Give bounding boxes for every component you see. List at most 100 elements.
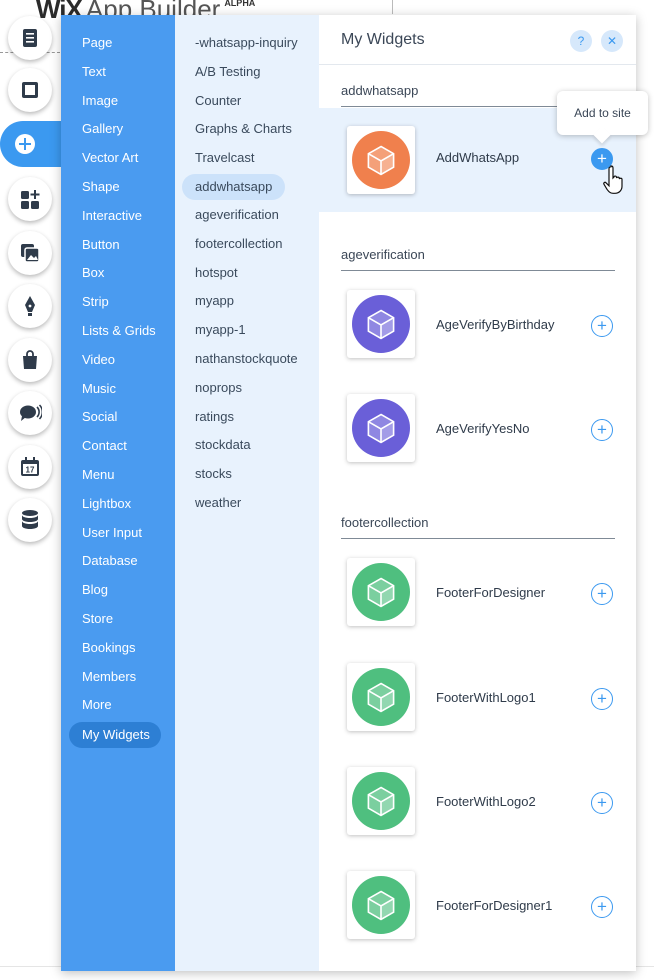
category-item-shape[interactable]: Shape xyxy=(61,173,175,202)
subcategory-item-hotspot[interactable]: hotspot xyxy=(175,259,319,288)
category-item-music[interactable]: Music xyxy=(61,375,175,404)
subcategory-item-weather[interactable]: weather xyxy=(175,489,319,518)
section-title: footercollection xyxy=(341,515,429,530)
category-item-members[interactable]: Members xyxy=(61,663,175,692)
add-widget-button[interactable]: + xyxy=(591,792,613,814)
subcategory-item-travelcast[interactable]: Travelcast xyxy=(175,144,319,173)
subcategory-item-myapp[interactable]: myapp xyxy=(175,287,319,316)
calendar-button[interactable]: 17 xyxy=(8,445,52,489)
section-divider xyxy=(341,538,615,539)
category-item-strip[interactable]: Strip xyxy=(61,288,175,317)
widget-name: AgeVerifyYesNo xyxy=(436,421,530,436)
add-button[interactable] xyxy=(0,121,66,167)
divider xyxy=(392,0,393,14)
widget-name: AddWhatsApp xyxy=(436,150,520,165)
widgets-content: My Widgets ? ✕ addwhatsapp AddWhatsApp + ag… xyxy=(319,15,636,971)
background-button[interactable] xyxy=(8,68,52,112)
pages-button[interactable] xyxy=(8,16,52,60)
category-item-image[interactable]: Image xyxy=(61,87,175,116)
add-widget-button[interactable]: + xyxy=(591,688,613,710)
widget-row[interactable]: AgeVerifyYesNo + xyxy=(319,376,636,480)
widget-row[interactable]: AgeVerifyByBirthday + xyxy=(319,272,636,376)
category-item-bookings[interactable]: Bookings xyxy=(61,634,175,663)
add-widget-button[interactable]: + xyxy=(591,419,613,441)
widget-row[interactable]: FooterWithLogo1 + xyxy=(319,645,636,749)
add-widget-button[interactable]: + xyxy=(591,583,613,605)
widget-thumbnail xyxy=(347,663,415,731)
category-item-store[interactable]: Store xyxy=(61,605,175,634)
widget-thumbnail xyxy=(347,126,415,194)
category-item-social[interactable]: Social xyxy=(61,403,175,432)
widget-cube-icon xyxy=(352,668,410,726)
category-item-contact[interactable]: Contact xyxy=(61,432,175,461)
subcategory-item-footercollection[interactable]: footercollection xyxy=(175,230,319,259)
help-button[interactable]: ? xyxy=(570,30,592,52)
app-market-button[interactable] xyxy=(8,177,52,221)
widget-row[interactable]: FooterWithLogo2 + xyxy=(319,749,636,853)
category-item-user-input[interactable]: User Input xyxy=(61,519,175,548)
pages-icon xyxy=(23,29,37,47)
category-item-box[interactable]: Box xyxy=(61,259,175,288)
category-item-database[interactable]: Database xyxy=(61,547,175,576)
panel-header: My Widgets ? ✕ xyxy=(319,15,636,65)
category-item-button[interactable]: Button xyxy=(61,231,175,260)
widget-thumbnail xyxy=(347,290,415,358)
add-icon xyxy=(15,134,35,154)
widget-thumbnail xyxy=(347,394,415,462)
close-button[interactable]: ✕ xyxy=(601,30,623,52)
add-elements-panel: Page Text Image Gallery Vector Art Shape Inter… xyxy=(61,15,636,971)
add-widget-button[interactable]: + xyxy=(591,315,613,337)
subcategory-item-a-b-testing[interactable]: A/B Testing xyxy=(175,58,319,87)
widget-row[interactable]: FooterForDesigner + xyxy=(319,540,636,644)
subcategory-item-graphs-charts[interactable]: Graphs & Charts xyxy=(175,115,319,144)
pen-button[interactable] xyxy=(8,284,52,328)
category-item-text[interactable]: Text xyxy=(61,58,175,87)
category-item-lightbox[interactable]: Lightbox xyxy=(61,490,175,519)
section-title: ageverification xyxy=(341,247,425,262)
category-item-vector-art[interactable]: Vector Art xyxy=(61,144,175,173)
media-button[interactable] xyxy=(8,231,52,275)
subcategory-item-ageverification[interactable]: ageverification xyxy=(175,201,319,230)
database-button[interactable] xyxy=(8,498,52,542)
subcategory-item-stockdata[interactable]: stockdata xyxy=(175,431,319,460)
pen-icon xyxy=(25,296,35,316)
calendar-icon: 17 xyxy=(21,457,39,476)
store-button[interactable] xyxy=(8,338,52,382)
add-to-site-tooltip: Add to site xyxy=(557,91,648,135)
widget-thumbnail xyxy=(347,558,415,626)
hand-cursor-icon xyxy=(603,165,623,194)
chat-icon xyxy=(20,404,42,421)
add-widget-button[interactable]: + xyxy=(591,896,613,918)
category-item-video[interactable]: Video xyxy=(61,346,175,375)
category-item-page[interactable]: Page xyxy=(61,29,175,58)
panel-title: My Widgets xyxy=(341,31,425,48)
category-list: Page Text Image Gallery Vector Art Shape Inter… xyxy=(61,15,175,971)
widget-name: FooterWithLogo1 xyxy=(436,690,536,705)
widget-cube-icon xyxy=(352,131,410,189)
subcategory-item-counter[interactable]: Counter xyxy=(175,87,319,116)
calendar-day: 17 xyxy=(26,466,35,475)
widget-cube-icon xyxy=(352,295,410,353)
widget-name: FooterWithLogo2 xyxy=(436,794,536,809)
category-item-blog[interactable]: Blog xyxy=(61,576,175,605)
subcategory-item-nathanstockquote[interactable]: nathanstockquote xyxy=(175,345,319,374)
subcategory-item-myapp-1[interactable]: myapp-1 xyxy=(175,316,319,345)
category-item-more[interactable]: More xyxy=(61,691,175,720)
background-icon xyxy=(22,82,38,98)
chat-button[interactable] xyxy=(8,391,52,435)
alpha-badge: ALPHA xyxy=(224,0,256,8)
category-item-my-widgets[interactable]: My Widgets xyxy=(69,722,161,749)
subcategory-item-whatsapp-inquiry[interactable]: -whatsapp-inquiry xyxy=(175,29,319,58)
widget-thumbnail xyxy=(347,871,415,939)
subcategory-item-addwhatsapp[interactable]: addwhatsapp xyxy=(182,173,285,200)
category-item-gallery[interactable]: Gallery xyxy=(61,115,175,144)
subcategory-item-ratings[interactable]: ratings xyxy=(175,403,319,432)
subcategory-item-noprops[interactable]: noprops xyxy=(175,374,319,403)
subcategory-item-stocks[interactable]: stocks xyxy=(175,460,319,489)
widget-row[interactable]: FooterForDesigner1 + xyxy=(319,853,636,957)
category-item-menu[interactable]: Menu xyxy=(61,461,175,490)
widget-cube-icon xyxy=(352,399,410,457)
category-item-lists-grids[interactable]: Lists & Grids xyxy=(61,317,175,346)
widget-cube-icon xyxy=(352,563,410,621)
category-item-interactive[interactable]: Interactive xyxy=(61,202,175,231)
